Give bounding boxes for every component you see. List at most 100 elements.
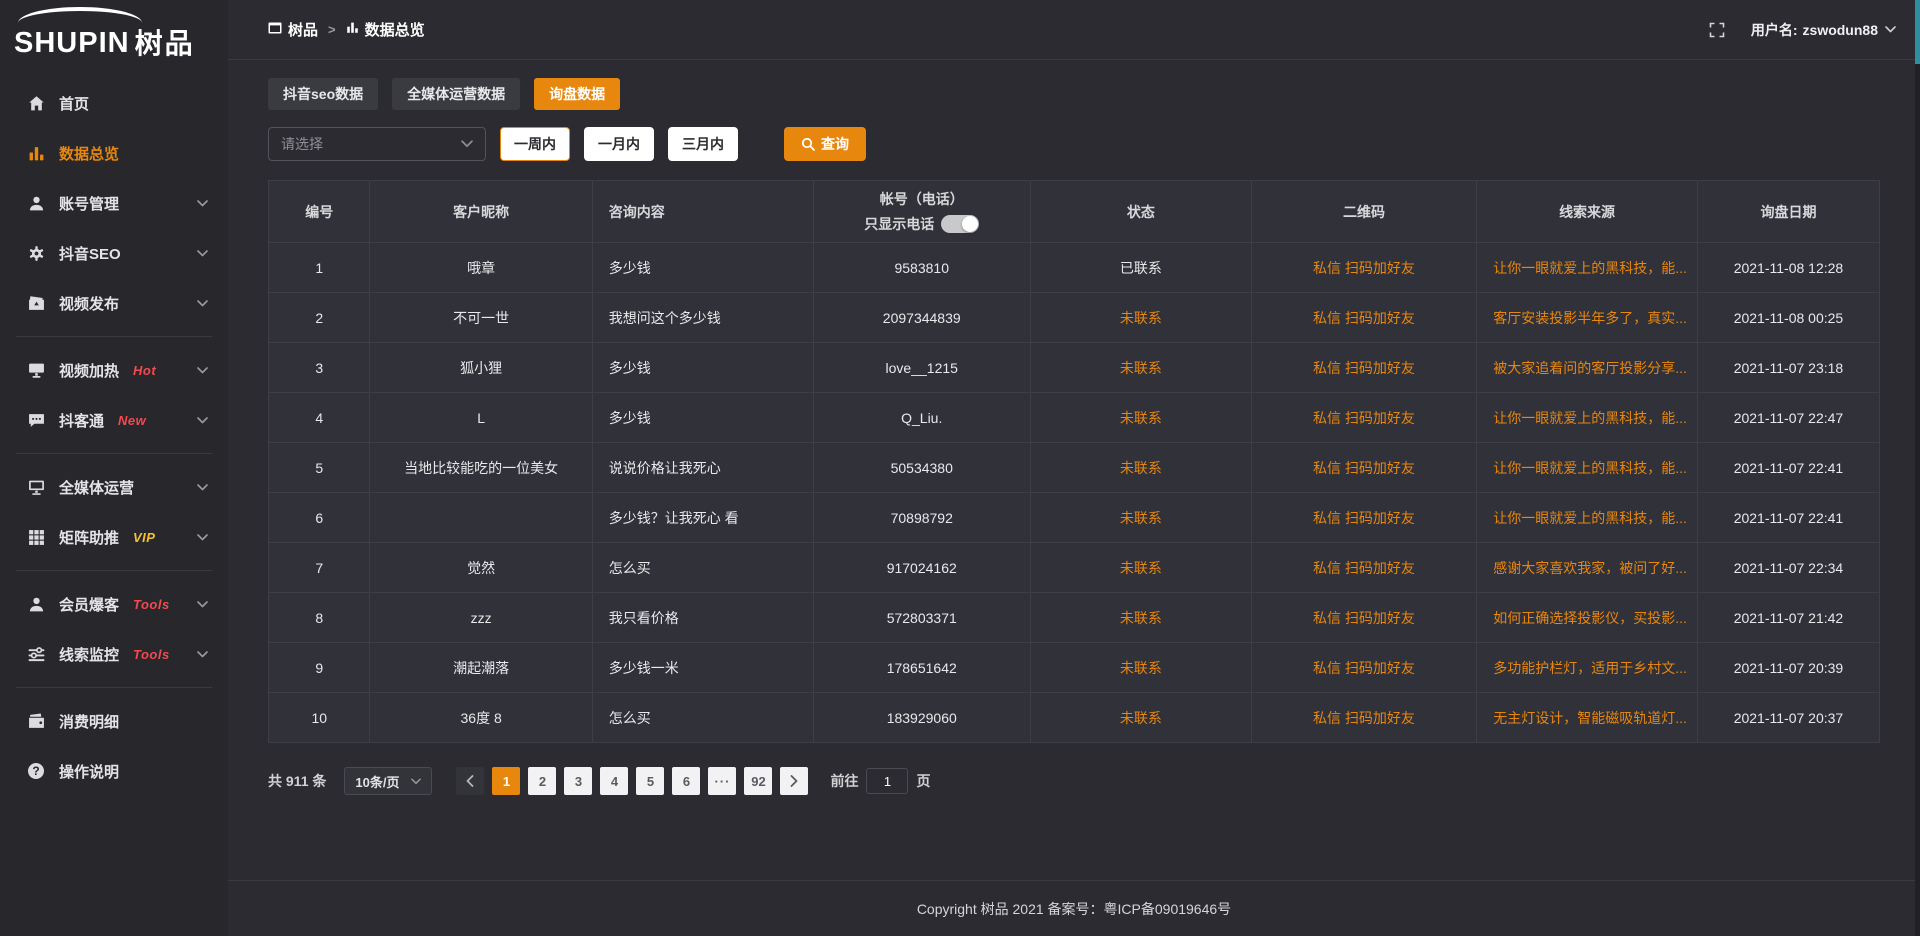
cell-date: 2021-11-07 20:39 — [1697, 643, 1879, 693]
source-link[interactable]: 多功能护栏灯，适用于乡村文... — [1477, 643, 1698, 693]
cell-date: 2021-11-07 23:18 — [1697, 343, 1879, 393]
sidebar-item-label: 线索监控 — [59, 644, 119, 665]
page-size-select[interactable]: 10条/页 — [344, 767, 432, 795]
source-link[interactable]: 客厅安装投影半年多了，真实... — [1477, 293, 1698, 343]
cell-date: 2021-11-07 20:37 — [1697, 693, 1879, 743]
cell-nickname: 觉然 — [370, 543, 592, 593]
sidebar-item-douyin-seo[interactable]: 抖音SEO — [0, 228, 228, 278]
tools-badge: Tools — [133, 597, 170, 612]
cell-content: 多少钱 — [592, 343, 813, 393]
source-link[interactable]: 被大家追着问的客厅投影分享... — [1477, 343, 1698, 393]
page-button[interactable]: 1 — [492, 767, 520, 795]
scrollbar-thumb[interactable] — [1915, 0, 1920, 64]
sidebar-item-account-management[interactable]: 账号管理 — [0, 178, 228, 228]
range-one-month-button[interactable]: 一月内 — [584, 127, 654, 161]
sidebar-item-label: 数据总览 — [59, 143, 119, 164]
sidebar-item-label: 矩阵助推 — [59, 527, 119, 548]
page-button[interactable]: ··· — [708, 767, 736, 795]
main-area: 树品 > 数据总览 用户名: zswodun88 抖音seo数据 — [228, 0, 1920, 936]
question-icon: ? — [26, 763, 46, 779]
source-link[interactable]: 让你一眼就爱上的黑科技，能... — [1477, 493, 1698, 543]
qr-link[interactable]: 私信 扫码加好友 — [1251, 643, 1477, 693]
page-unit-label: 页 — [916, 771, 930, 791]
cell-content: 多少钱？让我死心 看 — [592, 493, 813, 543]
home-icon — [26, 95, 46, 112]
qr-link[interactable]: 私信 扫码加好友 — [1251, 693, 1477, 743]
sidebar-item-lead-monitoring[interactable]: 线索监控 Tools — [0, 629, 228, 679]
tab-media-operations-data[interactable]: 全媒体运营数据 — [392, 78, 520, 110]
table-row: 6 多少钱？让我死心 看 70898792 未联系 私信 扫码加好友 让你一眼就… — [269, 493, 1880, 543]
sidebar-item-label: 全媒体运营 — [59, 477, 134, 498]
sidebar-item-matrix-boost[interactable]: 矩阵助推 VIP — [0, 512, 228, 562]
sidebar-item-video-heating[interactable]: 视频加热 Hot — [0, 345, 228, 395]
page-button[interactable]: 2 — [528, 767, 556, 795]
sidebar-item-label: 操作说明 — [59, 761, 119, 782]
cell-account: 572803371 — [813, 593, 1030, 643]
next-page-button[interactable] — [780, 767, 808, 795]
sidebar-item-home[interactable]: 首页 — [0, 78, 228, 128]
goto-label: 前往 — [830, 771, 858, 791]
sidebar-item-doukeTong[interactable]: 抖客通 New — [0, 395, 228, 445]
qr-link[interactable]: 私信 扫码加好友 — [1251, 343, 1477, 393]
table-row: 8 zzz 我只看价格 572803371 未联系 私信 扫码加好友 如何正确选… — [269, 593, 1880, 643]
sidebar-item-operation-guide[interactable]: ? 操作说明 — [0, 746, 228, 796]
fullscreen-icon[interactable] — [1709, 22, 1725, 38]
breadcrumb-app[interactable]: 树品 — [268, 19, 318, 40]
page-button[interactable]: 92 — [744, 767, 772, 795]
range-three-months-button[interactable]: 三月内 — [668, 127, 738, 161]
tab-inquiry-data[interactable]: 询盘数据 — [534, 78, 620, 110]
source-link[interactable]: 无主灯设计，智能磁吸轨道灯... — [1477, 693, 1698, 743]
page-button[interactable]: 6 — [672, 767, 700, 795]
table-row: 10 36度 8 怎么买 183929060 未联系 私信 扫码加好友 无主灯设… — [269, 693, 1880, 743]
tab-douyin-seo-data[interactable]: 抖音seo数据 — [268, 78, 378, 110]
chevron-down-icon — [1885, 26, 1896, 33]
status-badge: 未联系 — [1030, 643, 1251, 693]
phone-only-toggle[interactable] — [941, 215, 979, 233]
sidebar-item-consumption-details[interactable]: 消费明细 — [0, 696, 228, 746]
source-link[interactable]: 感谢大家喜欢我家，被问了好... — [1477, 543, 1698, 593]
cell-content: 多少钱 — [592, 243, 813, 293]
qr-link[interactable]: 私信 扫码加好友 — [1251, 443, 1477, 493]
qr-link[interactable]: 私信 扫码加好友 — [1251, 243, 1477, 293]
sidebar-divider — [16, 570, 212, 571]
topbar-right: 用户名: zswodun88 — [1709, 20, 1896, 40]
table-row: 5 当地比较能吃的一位美女 说说价格让我死心 50534380 未联系 私信 扫… — [269, 443, 1880, 493]
username: zswodun88 — [1803, 22, 1878, 38]
sidebar: SHUPIN 树品 首页 数据总览 账号管理 抖音SEO — [0, 0, 228, 936]
page-button[interactable]: 3 — [564, 767, 592, 795]
sidebar-item-video-publish[interactable]: 视频发布 — [0, 278, 228, 328]
source-link[interactable]: 如何正确选择投影仪，买投影... — [1477, 593, 1698, 643]
chevron-down-icon — [461, 140, 473, 148]
source-link[interactable]: 让你一眼就爱上的黑科技，能... — [1477, 243, 1698, 293]
user-menu[interactable]: 用户名: zswodun88 — [1751, 20, 1896, 40]
table-row: 2 不可一世 我想问这个多少钱 2097344839 未联系 私信 扫码加好友 … — [269, 293, 1880, 343]
prev-page-button[interactable] — [456, 767, 484, 795]
qr-link[interactable]: 私信 扫码加好友 — [1251, 493, 1477, 543]
goto-page-input[interactable] — [866, 768, 908, 794]
page-button[interactable]: 5 — [636, 767, 664, 795]
sidebar-nav: 首页 数据总览 账号管理 抖音SEO 视频发布 — [0, 64, 228, 796]
logo-text-cn: 树品 — [135, 30, 195, 58]
source-link[interactable]: 让你一眼就爱上的黑科技，能... — [1477, 393, 1698, 443]
pagination: 共 911 条 10条/页 123456 ··· 92 前往 页 — [268, 767, 1880, 795]
qr-link[interactable]: 私信 扫码加好友 — [1251, 543, 1477, 593]
sidebar-item-member-blast[interactable]: 会员爆客 Tools — [0, 579, 228, 629]
sidebar-item-media-operations[interactable]: 全媒体运营 — [0, 462, 228, 512]
range-one-week-button[interactable]: 一周内 — [500, 127, 570, 161]
qr-link[interactable]: 私信 扫码加好友 — [1251, 293, 1477, 343]
sidebar-item-data-overview[interactable]: 数据总览 — [0, 128, 228, 178]
col-header-id: 编号 — [269, 181, 370, 243]
search-icon — [801, 137, 815, 151]
account-select[interactable]: 请选择 — [268, 127, 486, 161]
chevron-down-icon — [197, 250, 208, 257]
tools-badge: Tools — [133, 647, 170, 662]
total-count: 共 911 条 — [268, 771, 326, 791]
qr-link[interactable]: 私信 扫码加好友 — [1251, 393, 1477, 443]
page-scrollbar[interactable] — [1915, 0, 1920, 936]
source-link[interactable]: 让你一眼就爱上的黑科技，能... — [1477, 443, 1698, 493]
select-placeholder: 请选择 — [281, 134, 323, 154]
qr-link[interactable]: 私信 扫码加好友 — [1251, 593, 1477, 643]
footer: Copyright 树品 2021 备案号：粤ICP备09019646号 — [228, 880, 1920, 936]
page-button[interactable]: 4 — [600, 767, 628, 795]
query-button[interactable]: 查询 — [784, 127, 866, 161]
